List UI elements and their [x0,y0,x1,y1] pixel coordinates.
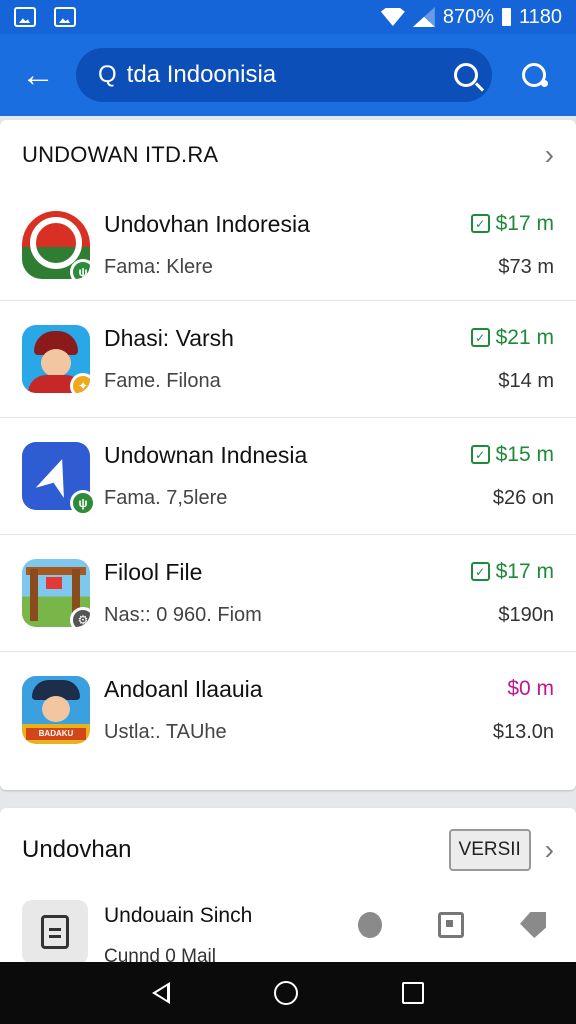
search-input[interactable]: Q tda Indoonisia [76,48,492,102]
verified-check-icon: ✓ [470,328,490,347]
app-badge-icon: ⚙ [70,607,90,627]
item-name: Undovhan Indoresia [104,211,310,237]
section-title: UNDOWAN ITD.RA [22,142,219,167]
verified-check-icon: ✓ [470,562,490,581]
price-top-text: $0 m [507,676,554,700]
arrow-left-icon: ← [21,55,55,94]
app-icon-banner: BADAKU [26,728,86,740]
verified-check-icon: ✓ [470,445,490,464]
price-top-text: $21 m [495,325,554,349]
item-price-bottom: $26 on [492,486,554,509]
list-item[interactable]: ✦ Dhasi: Varsh Fame. Filona ✓ $21 m $14 … [0,300,576,417]
search-icon[interactable] [454,63,478,87]
search-prefix-label: Q [98,61,117,88]
section2-title: Undovhan [22,836,132,863]
system-nav-bar [0,962,576,1024]
app-badge-icon: ψ [70,490,96,516]
gallery-notification-icon [14,7,36,27]
item-price-top: ✓ $17 m [434,560,554,584]
search-query: tda Indoonisia [126,61,277,88]
app-icon: ✦ [22,325,90,393]
list-item[interactable]: ⚙ Filool File Nas:: 0 960. Fiom ✓ $17 m … [0,534,576,651]
app-badge-icon: ψ [70,259,90,279]
document-icon [22,900,88,964]
version-button[interactable]: VERSII [448,829,531,871]
price-top-text: $17 m [495,559,554,583]
clock: 1180 [518,5,562,28]
item-subtitle: Fame. Filona [104,370,221,392]
chevron-right-icon[interactable]: › [545,139,554,171]
refresh-icon [522,63,548,87]
item-price-top: $0 m [434,677,554,701]
refresh-button[interactable] [492,34,576,116]
item-price-bottom: $14 m [498,369,554,392]
list-item[interactable]: ψ Undovhan Indoresia Fama: Klere ✓ $17 m… [0,190,576,300]
signal-icon [412,7,435,27]
item-name: Undouain Sinch [104,904,253,927]
nav-home-icon[interactable] [274,981,298,1005]
photo-notification-icon [54,7,76,27]
price-top-text: $17 m [495,211,554,235]
square-icon[interactable] [438,912,464,938]
item-name: Undownan Indnesia [104,442,308,468]
wifi-icon [380,8,405,26]
nav-back-icon[interactable] [152,982,170,1004]
item-subtitle: Fama. 7,5lere [104,487,228,509]
verified-check-icon: ✓ [470,214,490,233]
item-price-bottom: $13.0n [492,720,554,743]
item-name: Andoanl Ilaauia [104,676,263,702]
results-card: UNDOWAN ITD.RA › ψ Undovhan Indoresia Fa… [0,120,576,790]
item-name: Dhasi: Varsh [104,325,234,351]
tag-icon[interactable] [520,912,546,938]
item-price-bottom: $73 m [498,255,554,278]
back-button[interactable]: ← [0,34,76,116]
item-subtitle: Fama: Klere [104,256,213,278]
section-header[interactable]: UNDOWAN ITD.RA › [0,120,576,190]
status-bar: 870% 1180 [0,0,576,34]
list-item[interactable]: BADAKU Andoanl Ilaauia Ustla:. TAUhe $0 … [0,651,576,768]
app-bar: ← Q tda Indoonisia [0,34,576,116]
pill-icon[interactable] [358,912,382,938]
price-top-text: $15 m [495,442,554,466]
app-icon: ⚙ [22,559,90,627]
item-subtitle: Ustla:. TAUhe [104,721,227,743]
item-price-bottom: $190n [498,603,554,626]
app-badge-icon: ✦ [70,373,90,393]
app-icon: ψ [22,442,96,516]
battery-icon [501,8,511,26]
app-icon: ψ [22,211,90,279]
nav-recents-icon[interactable] [402,982,424,1004]
list-item[interactable]: ψ Undownan Indnesia Fama. 7,5lere ✓ $15 … [0,417,576,534]
battery-percent: 870% [442,5,494,28]
app-icon: BADAKU [22,676,90,744]
item-price-top: ✓ $21 m [434,326,554,350]
item-price-top: ✓ $17 m [434,212,554,236]
item-price-top: ✓ $15 m [434,443,554,467]
item-name: Filool File [104,559,203,585]
chevron-right-icon[interactable]: › [545,834,554,866]
item-subtitle: Nas:: 0 960. Fiom [104,604,262,626]
secondary-card: Undovhan VERSII › Undouain Sinch Cunnd 0… [0,808,576,978]
